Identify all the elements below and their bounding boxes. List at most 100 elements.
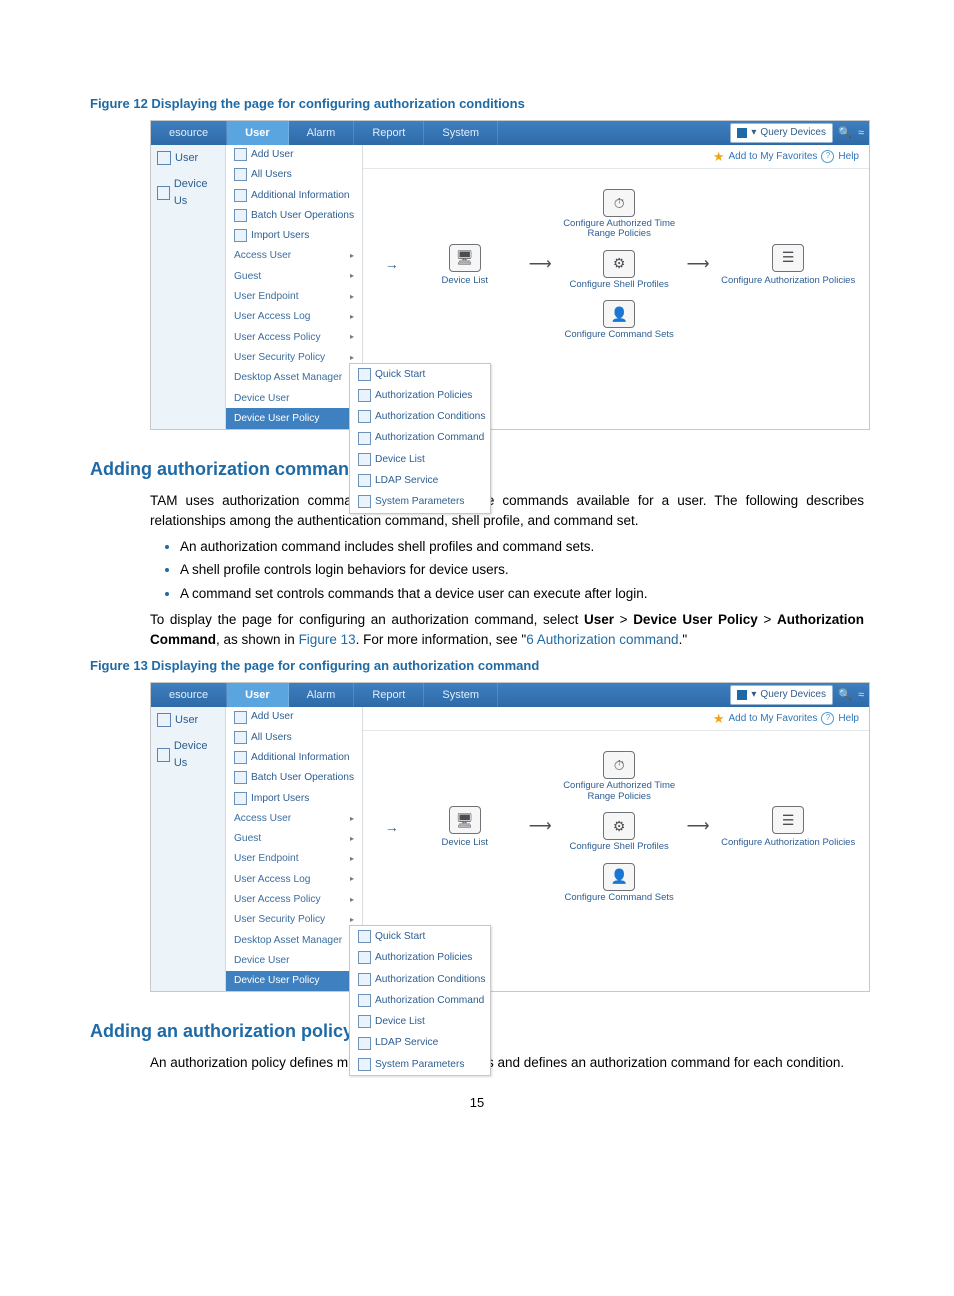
flyout-item-authorization-policies[interactable]: Authorization Policies [350,385,490,406]
wf-auth-policies[interactable]: ☰Configure Authorization Policies [721,806,855,848]
flyout-item-system-parameters[interactable]: System Parameters [350,491,490,512]
tab-icon [157,151,171,165]
nav-tab-esource[interactable]: esource [151,121,227,145]
submenu-item-user-endpoint[interactable]: User Endpoint▸ [226,287,362,307]
flyout-item-ldap-service[interactable]: LDAP Service [350,1032,490,1053]
flyout-icon [358,453,371,466]
menu-icon [234,209,247,222]
figure13-screenshot: esourceUserAlarmReportSystem▾Query Devic… [150,682,870,992]
wf-auth-policies[interactable]: ☰Configure Authorization Policies [721,244,855,286]
flyout-item-authorization-command[interactable]: Authorization Command [350,990,490,1011]
nav-tab-user[interactable]: User [227,121,288,145]
search-icon[interactable]: 🔍 [837,121,853,145]
wf-command-sets[interactable]: 👤Configure Command Sets [565,300,674,340]
submenu-item-guest[interactable]: Guest▸ [226,266,362,286]
submenu-item-device-user-policy[interactable]: Device User Policy▸ [226,971,362,991]
text: . For more information, see " [356,632,527,647]
submenu-item-access-user[interactable]: Access User▸ [226,246,362,266]
wf-time-policies[interactable]: ⏱Configure Authorized TimeRange Policies [563,751,675,802]
flyout-icon [358,930,371,943]
wf-device-list-label: Device List [442,276,488,286]
menu-item-import-users[interactable]: Import Users [226,226,362,246]
flyout-item-quick-start[interactable]: Quick Start [350,364,490,385]
submenu-item-desktop-asset-manager[interactable]: Desktop Asset Manager▸ [226,368,362,388]
star-icon: ★ [713,147,725,167]
flyout-item-authorization-command[interactable]: Authorization Command [350,427,490,448]
add-favorites-link[interactable]: Add to My Favorites [729,149,818,164]
page-number: 15 [90,1093,864,1113]
menu-path: Device User Policy [633,612,758,627]
menu-item-batch-user-operations[interactable]: Batch User Operations [226,768,362,788]
nav-tab-esource[interactable]: esource [151,683,227,707]
search-icon[interactable]: 🔍 [837,683,853,707]
help-icon[interactable]: ? [821,712,834,725]
expand-icon[interactable]: ≈ [853,683,869,707]
nav-tab-user[interactable]: User [227,683,288,707]
menu-item-import-users[interactable]: Import Users [226,788,362,808]
arrow-icon: ⟶ [687,815,710,839]
bullet-item: An authorization command includes shell … [180,537,864,557]
flyout-item-authorization-conditions[interactable]: Authorization Conditions [350,969,490,990]
wf-device-list[interactable]: 🖥Device List [412,806,517,848]
submenu-item-user-access-log[interactable]: User Access Log▸ [226,869,362,889]
nav-tab-report[interactable]: Report [354,121,424,145]
submenu-item-desktop-asset-manager[interactable]: Desktop Asset Manager▸ [226,930,362,950]
left-tab-user[interactable]: User [151,707,225,734]
menu-item-add-user[interactable]: Add User [226,145,362,165]
submenu-item-user-endpoint[interactable]: User Endpoint▸ [226,849,362,869]
nav-tab-system[interactable]: System [424,683,498,707]
submenu-item-device-user[interactable]: Device User▸ [226,950,362,970]
flyout-item-quick-start[interactable]: Quick Start [350,926,490,947]
wf-shell-profiles[interactable]: ⚙Configure Shell Profiles [570,250,669,290]
flyout-item-device-list[interactable]: Device List [350,1011,490,1032]
help-icon[interactable]: ? [821,150,834,163]
flyout-item-authorization-policies[interactable]: Authorization Policies [350,947,490,968]
wf-time-policies[interactable]: ⏱Configure Authorized TimeRange Policies [563,189,675,240]
chevron-right-icon: ▸ [350,291,354,303]
submenu-item-user-security-policy[interactable]: User Security Policy▸ [226,347,362,367]
menu-path: User [584,612,614,627]
menu-item-batch-user-operations[interactable]: Batch User Operations [226,205,362,225]
submenu-item-user-security-policy[interactable]: User Security Policy▸ [226,910,362,930]
flyout-item-ldap-service[interactable]: LDAP Service [350,470,490,491]
submenu-item-user-access-log[interactable]: User Access Log▸ [226,307,362,327]
left-tab-device-us[interactable]: Device Us [151,733,225,776]
nav-tab-report[interactable]: Report [354,683,424,707]
add-favorites-link[interactable]: Add to My Favorites [729,711,818,726]
submenu-item-guest[interactable]: Guest▸ [226,829,362,849]
menu-item-add-user[interactable]: Add User [226,707,362,727]
help-link[interactable]: Help [838,711,859,726]
dropdown-icon[interactable]: ▾ [751,125,756,140]
left-tab-user[interactable]: User [151,145,225,172]
menu-item-additional-information[interactable]: Additional Information [226,748,362,768]
chevron-right-icon: ▸ [350,270,354,282]
submenu-item-device-user-policy[interactable]: Device User Policy▸ [226,408,362,428]
menu-item-all-users[interactable]: All Users [226,727,362,747]
flyout-item-authorization-conditions[interactable]: Authorization Conditions [350,406,490,427]
expand-icon[interactable]: ≈ [853,121,869,145]
flyout-item-system-parameters[interactable]: System Parameters [350,1054,490,1075]
left-tab-device-us[interactable]: Device Us [151,171,225,214]
submenu-item-user-access-policy[interactable]: User Access Policy▸ [226,327,362,347]
submenu-item-access-user[interactable]: Access User▸ [226,808,362,828]
figure-link[interactable]: Figure 13 [299,632,356,647]
cross-reference-link[interactable]: 6 Authorization command [526,632,678,647]
flyout-item-device-list[interactable]: Device List [350,449,490,470]
search-box[interactable]: ▾Query Devices [730,685,833,705]
nav-tab-alarm[interactable]: Alarm [289,683,355,707]
submenu-item-device-user[interactable]: Device User▸ [226,388,362,408]
text: ." [679,632,688,647]
menu-item-additional-information[interactable]: Additional Information [226,185,362,205]
dropdown-icon[interactable]: ▾ [751,687,756,702]
wf-shell-profiles[interactable]: ⚙Configure Shell Profiles [570,812,669,852]
search-box[interactable]: ▾Query Devices [730,123,833,143]
nav-tab-alarm[interactable]: Alarm [289,121,355,145]
nav-tab-system[interactable]: System [424,121,498,145]
menu-item-all-users[interactable]: All Users [226,165,362,185]
submenu-item-user-access-policy[interactable]: User Access Policy▸ [226,890,362,910]
menu-icon [234,711,247,724]
flyout-icon [358,410,371,423]
wf-device-list[interactable]: 🖥Device List [412,244,517,286]
wf-command-sets[interactable]: 👤Configure Command Sets [565,863,674,903]
help-link[interactable]: Help [838,149,859,164]
